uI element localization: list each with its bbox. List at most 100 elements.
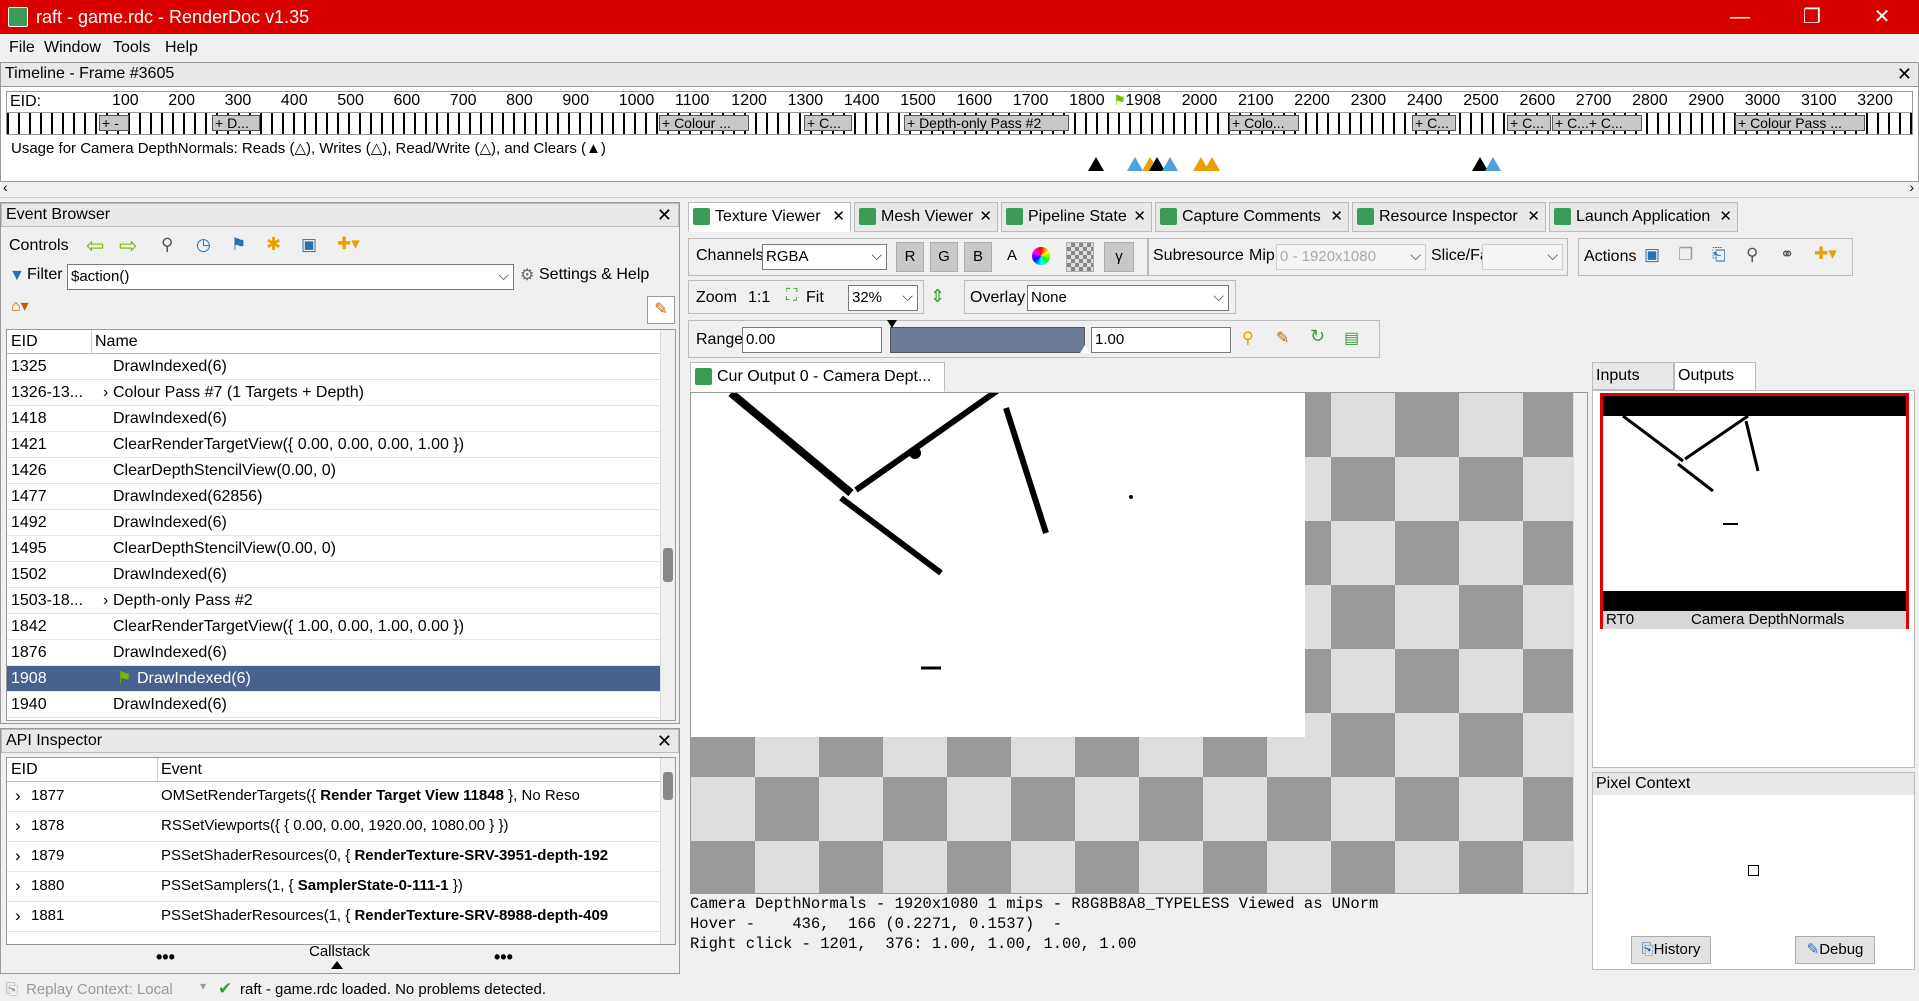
event-row[interactable]: 1418 DrawIndexed(6) [7, 406, 661, 432]
tab-capture-comments[interactable]: Capture Comments ✕ [1155, 202, 1349, 232]
tab-inputs[interactable]: Inputs [1592, 362, 1674, 390]
expand-chevron-icon[interactable]: › [15, 842, 21, 870]
mip-select[interactable]: 0 - 1920x1080 [1276, 243, 1426, 270]
callstack-toggle[interactable]: Callstack [309, 943, 370, 960]
tab-mesh-viewer[interactable]: Mesh Viewer ✕ [854, 202, 998, 232]
tab-texture-viewer[interactable]: Texture Viewer ✕ [688, 202, 851, 232]
event-row[interactable]: 1503-18... › Depth-only Pass #2 [7, 588, 661, 614]
expand-chevron-icon[interactable]: › [103, 380, 108, 405]
link-icon[interactable]: ⚭ [1780, 245, 1794, 265]
tab-outputs[interactable]: Outputs [1674, 362, 1756, 390]
tab-cur-output[interactable]: Cur Output 0 - Camera Dept... [690, 362, 945, 392]
event-row[interactable]: 1421 ClearRenderTargetView({ 0.00, 0.00, … [7, 432, 661, 458]
api-event-row[interactable]: › 1881 PSSetShaderResources(1, { RenderTex… [7, 902, 661, 932]
settings-gear-icon[interactable]: ✱ [266, 234, 281, 255]
debug-button[interactable]: ✎Debug [1795, 936, 1875, 964]
event-row[interactable]: 1477 DrawIndexed(62856) [7, 484, 661, 510]
channel-g-toggle[interactable]: G [930, 242, 958, 272]
timeline-close-icon[interactable]: ✕ [1897, 63, 1912, 85]
replay-context-label[interactable]: Replay Context: Local [26, 981, 173, 998]
timeline-markers[interactable]: + - + D... + Colour ... + C... + Depth-o… [6, 113, 1913, 135]
reset-range-icon[interactable]: ↻ [1310, 326, 1325, 347]
channel-a-toggle[interactable]: A [998, 242, 1026, 272]
range-min-handle[interactable] [887, 320, 897, 328]
timeline-pass-3[interactable]: + Colour Pass ... [1735, 115, 1865, 131]
api-event-row[interactable]: › 1880 PSSetSamplers(1, { SamplerState-0-1… [7, 872, 661, 902]
timeline-pass-0[interactable]: + Colour ... [659, 115, 749, 131]
output-thumbnail[interactable]: RT0 Camera DepthNormals [1600, 393, 1909, 629]
event-row[interactable]: 1492 DrawIndexed(6) [7, 510, 661, 536]
extensions-menu-icon[interactable]: ✚▾ [1814, 244, 1837, 264]
checkerboard-toggle[interactable] [1066, 242, 1094, 272]
event-row[interactable]: 1502 DrawIndexed(6) [7, 562, 661, 588]
fit-button[interactable]: Fit [806, 289, 824, 307]
find-texture-icon[interactable]: ⚲ [1746, 245, 1758, 265]
save-texture-icon[interactable]: ▣ [1644, 245, 1660, 265]
zoom-select[interactable]: 32% [848, 284, 918, 311]
settings-help-link[interactable]: Settings & Help [539, 266, 649, 284]
timeline-pass-2[interactable]: + Colo... [1229, 115, 1299, 131]
event-browser-close-icon[interactable]: ✕ [657, 204, 672, 226]
tab-resource-inspector[interactable]: Resource Inspector ✕ [1352, 202, 1546, 232]
range-min-input[interactable]: 0.00 [742, 327, 882, 353]
timeline-eid-ruler[interactable]: EID: 100 200 300 400 500 600 700 800 900 1000 1100… [6, 91, 1913, 113]
expand-chevron-icon[interactable]: › [15, 872, 21, 900]
api-event-row[interactable]: › 1879 PSSetShaderResources(0, { RenderTex… [7, 842, 661, 872]
zoom-range-icon[interactable]: ⚲ [1242, 328, 1254, 348]
event-row[interactable]: 1908 ⚑ DrawIndexed(6) [7, 666, 661, 692]
find-binoculars-icon[interactable]: ⚲ [161, 235, 173, 255]
timeline-scrollbar[interactable]: ‹ › [0, 179, 1919, 198]
home-icon[interactable]: ⌂▾ [11, 296, 29, 316]
expand-chevron-icon[interactable]: › [15, 782, 21, 810]
col-name-header[interactable]: Name [95, 333, 138, 351]
settings-icon[interactable]: ⚙ [520, 265, 534, 285]
expand-chevron-icon[interactable]: › [15, 812, 21, 840]
edit-bookmark-icon[interactable]: ✎ [647, 296, 675, 324]
callstack-arrow-icon[interactable] [331, 961, 343, 969]
event-row[interactable]: 1842 ClearRenderTargetView({ 1.00, 0.00, … [7, 614, 661, 640]
prev-arrow-icon[interactable]: ⇦ [86, 233, 104, 259]
history-button[interactable]: ⎘History [1631, 936, 1711, 964]
zoom-1to1-button[interactable]: 1:1 [748, 289, 770, 307]
channels-select[interactable]: RGBA [762, 243, 887, 270]
tab-pipeline-state[interactable]: Pipeline State ✕ [1001, 202, 1152, 232]
open-texture-icon[interactable]: ⎗ [1712, 245, 1726, 265]
api-event-row[interactable]: › 1878 RSSetViewports({ { 0.00, 0.00, 1920… [7, 812, 661, 842]
range-max-handle[interactable] [1080, 345, 1090, 353]
expand-chevron-icon[interactable]: › [103, 588, 108, 613]
splitter-dots-icon[interactable]: ••• [156, 947, 175, 968]
copy-icon[interactable]: ❐ [1678, 245, 1693, 265]
histogram-icon[interactable]: ▤ [1344, 328, 1359, 348]
splitter-dots-icon[interactable]: ••• [494, 947, 513, 968]
tab-launch-application[interactable]: Launch Application ✕ [1549, 202, 1738, 232]
next-arrow-icon[interactable]: ⇨ [119, 233, 137, 259]
viewport-scrollbar[interactable] [1573, 393, 1587, 893]
api-list-scrollbar[interactable] [660, 758, 675, 944]
event-row[interactable]: 1325 DrawIndexed(6) [7, 354, 661, 380]
color-picker-icon[interactable] [1032, 247, 1050, 265]
slice-face-select[interactable] [1482, 243, 1563, 270]
channel-r-toggle[interactable]: R [896, 242, 924, 272]
bookmark-icon[interactable]: ⚑ [231, 235, 246, 255]
fit-icon[interactable]: ⛶ [786, 287, 797, 305]
minimize-button[interactable]: — [1720, 4, 1760, 30]
api-inspector-close-icon[interactable]: ✕ [657, 730, 672, 752]
event-row[interactable]: 1426 ClearDepthStencilView(0.00, 0) [7, 458, 661, 484]
maximize-button[interactable]: ❐ [1792, 4, 1832, 30]
extensions-icon[interactable]: ✚▾ [337, 234, 360, 254]
auto-fit-icon[interactable]: ✎ [1276, 328, 1289, 348]
event-row[interactable]: 1940 DrawIndexed(6) [7, 692, 661, 718]
expand-chevron-icon[interactable]: › [15, 902, 21, 930]
save-icon[interactable]: ▣ [301, 235, 317, 255]
overlay-select[interactable]: None [1027, 284, 1229, 311]
event-row[interactable]: 1495 ClearDepthStencilView(0.00, 0) [7, 536, 661, 562]
range-histogram-slider[interactable] [890, 327, 1085, 353]
filter-input[interactable]: $action() [67, 263, 514, 290]
texture-viewport[interactable] [690, 392, 1588, 894]
col-eid-header[interactable]: EID [11, 333, 38, 351]
menu-help[interactable]: Help [165, 39, 198, 57]
gamma-toggle[interactable]: γ [1104, 242, 1134, 272]
range-max-input[interactable]: 1.00 [1091, 327, 1231, 353]
event-row[interactable]: 1876 DrawIndexed(6) [7, 640, 661, 666]
api-col-event-header[interactable]: Event [161, 761, 202, 779]
